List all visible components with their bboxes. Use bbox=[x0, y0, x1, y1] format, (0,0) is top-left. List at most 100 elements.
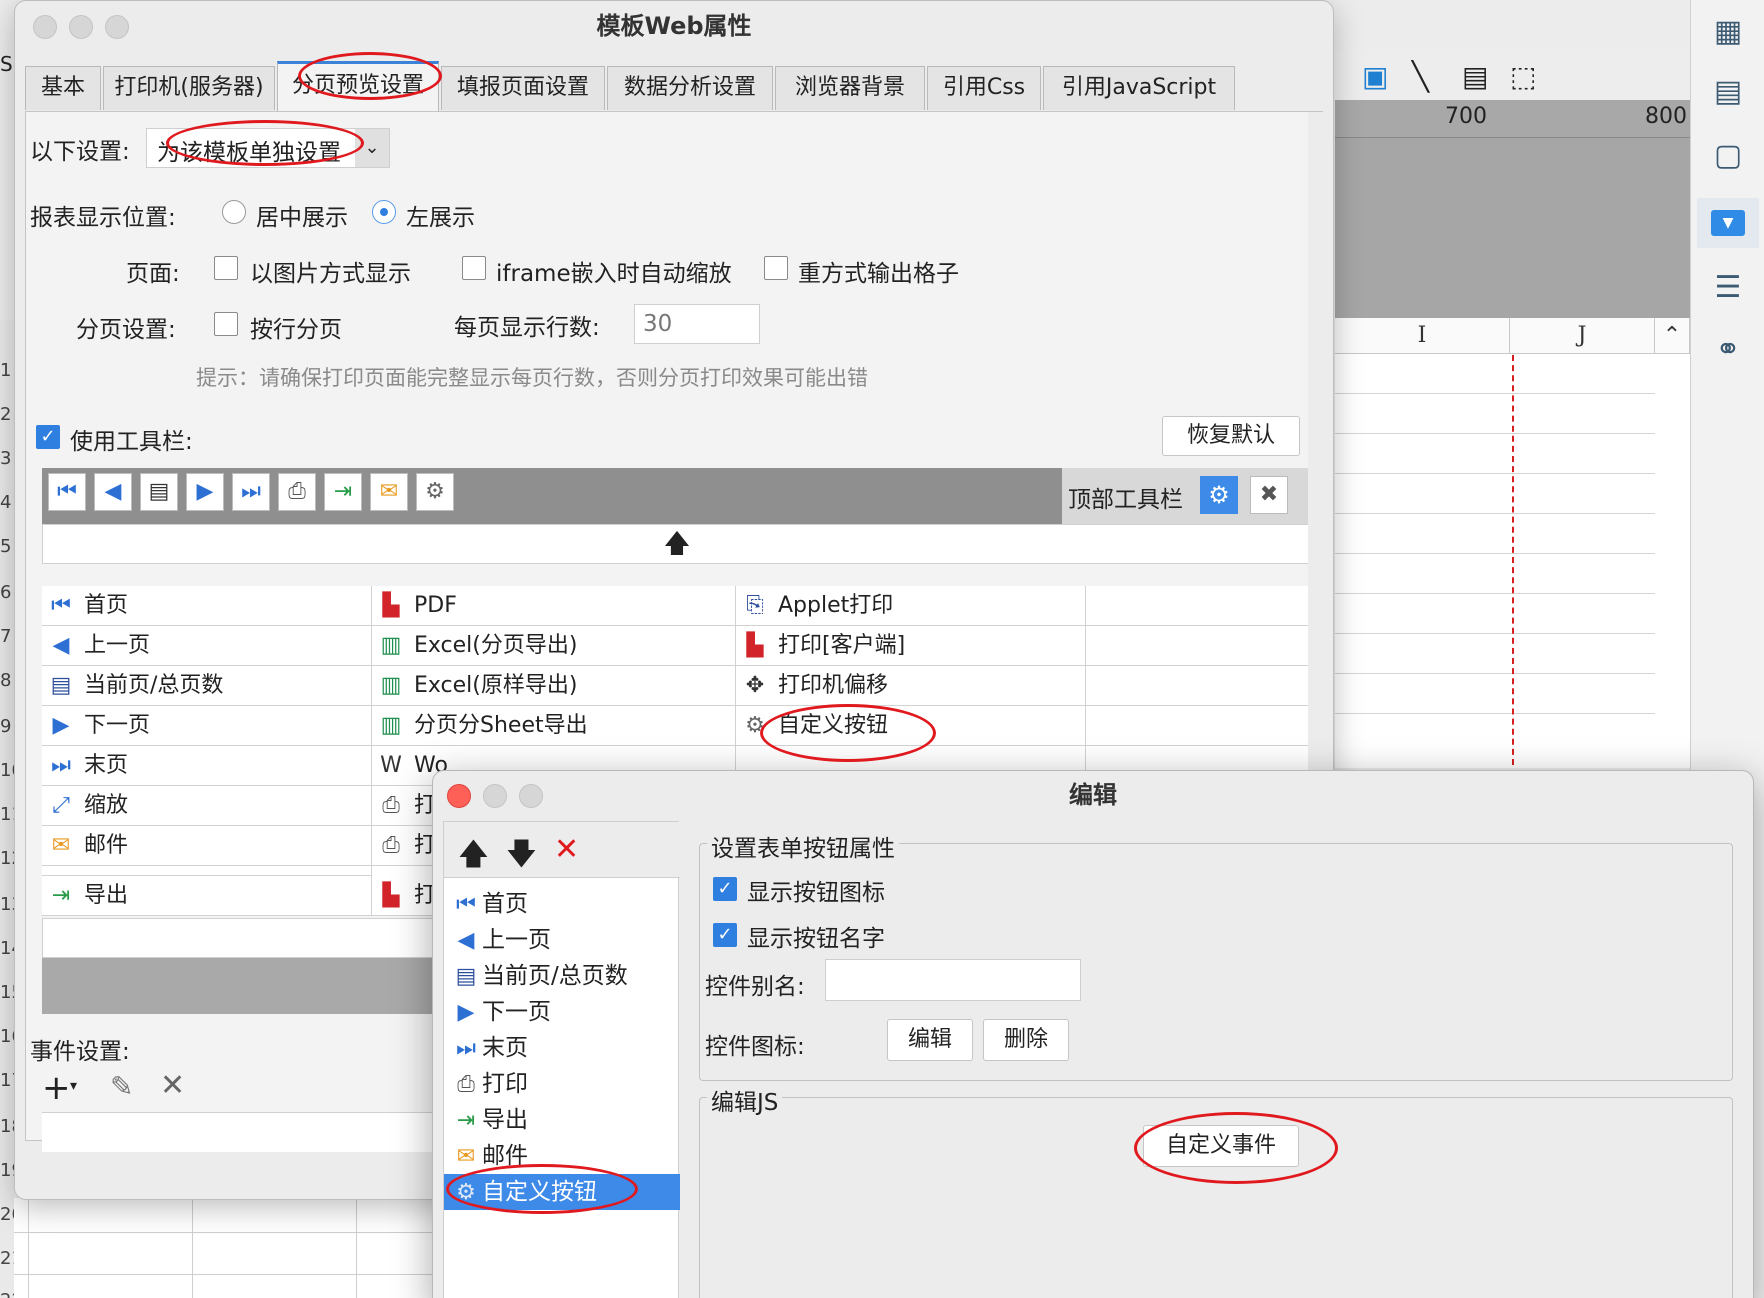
remove-icon[interactable]: ✕ bbox=[554, 832, 579, 867]
last-page-icon[interactable]: ⏭ bbox=[232, 473, 270, 511]
edit-pencil-icon[interactable]: ✎ bbox=[110, 1070, 133, 1103]
next-page-icon[interactable]: ▶ bbox=[186, 473, 224, 511]
list-icon[interactable]: ☰ bbox=[1708, 268, 1748, 308]
page-count-icon[interactable]: ▤ bbox=[140, 473, 178, 511]
button-item-export-row[interactable]: ⇥ 导出 bbox=[42, 876, 372, 916]
checkbox-show-as-image[interactable] bbox=[214, 256, 238, 280]
grid-row[interactable] bbox=[1335, 594, 1655, 634]
checkbox-iframe-autoscale[interactable] bbox=[462, 256, 486, 280]
list-item-export[interactable]: ⇥ 导出 bbox=[444, 1102, 680, 1138]
link-icon[interactable]: ⚭ bbox=[1708, 330, 1748, 370]
button-item-custom-button[interactable]: ⚙ 自定义按钮 bbox=[736, 706, 1086, 746]
checkbox-show-button-name[interactable]: ✓ bbox=[713, 923, 737, 947]
grid-row[interactable] bbox=[1335, 434, 1655, 474]
list-item-mail[interactable]: ✉ 邮件 bbox=[444, 1138, 680, 1174]
move-up-icon[interactable]: 🡅 bbox=[458, 832, 489, 883]
settings-scope-select[interactable]: 为该模板单独设置 ⌄ bbox=[146, 128, 390, 168]
button-item-applet-print[interactable]: ⎘ Applet打印 bbox=[736, 586, 1086, 626]
button-item-excel-original[interactable]: ▥ Excel(原样导出) bbox=[372, 666, 736, 706]
button-item-pdf[interactable]: ▙ PDF bbox=[372, 586, 736, 626]
close-window-button[interactable] bbox=[447, 784, 471, 808]
button-item-excel-paged[interactable]: ▥ Excel(分页导出) bbox=[372, 626, 736, 666]
delete-icon-button[interactable]: 删除 bbox=[983, 1019, 1069, 1061]
button-item-page-count[interactable]: ▤ 当前页/总页数 bbox=[42, 666, 372, 706]
column-header-i[interactable]: I bbox=[1335, 318, 1510, 354]
radio-left-display[interactable] bbox=[372, 200, 396, 224]
close-window-button[interactable] bbox=[33, 15, 57, 39]
chevron-down-icon[interactable]: ▾ bbox=[70, 1078, 77, 1094]
zoom-window-button[interactable] bbox=[519, 784, 543, 808]
button-item-mail[interactable]: ✉ 邮件 bbox=[42, 826, 372, 866]
grid-row[interactable] bbox=[1335, 514, 1655, 554]
grid-row[interactable] bbox=[1335, 674, 1655, 714]
prev-page-icon[interactable]: ◀ bbox=[94, 473, 132, 511]
toolbar-remove-icon[interactable]: ✖ bbox=[1250, 476, 1288, 514]
cell-properties-icon[interactable]: ▤ bbox=[1708, 72, 1748, 112]
scroll-up-icon[interactable]: ⌃ bbox=[1655, 318, 1690, 354]
button-item-first-page[interactable]: ⏮ 首页 bbox=[42, 586, 372, 626]
grid-row[interactable] bbox=[1335, 474, 1655, 514]
custom-event-button[interactable]: 自定义事件 bbox=[1143, 1125, 1299, 1167]
mail-icon[interactable]: ✉ bbox=[370, 473, 408, 511]
rows-per-page-input[interactable]: 30 bbox=[634, 304, 760, 344]
checkbox-show-button-icon[interactable]: ✓ bbox=[713, 877, 737, 901]
list-item-next-page[interactable]: ▶ 下一页 bbox=[444, 994, 680, 1030]
edit-icon-button[interactable]: 编辑 bbox=[887, 1019, 973, 1061]
dropdown-widget-icon[interactable]: ▼ bbox=[1711, 210, 1745, 236]
toolbar-settings-gear-icon[interactable]: ⚙ bbox=[1200, 476, 1238, 514]
restore-default-button[interactable]: 恢复默认 bbox=[1162, 416, 1300, 456]
button-item-printer-offset[interactable]: ✥ 打印机偏移 bbox=[736, 666, 1086, 706]
checkbox-use-toolbar[interactable]: ✓ bbox=[36, 425, 60, 449]
grid-row[interactable] bbox=[1335, 634, 1655, 674]
checkbox-page-by-rows[interactable] bbox=[214, 312, 238, 336]
radio-center-display[interactable] bbox=[222, 200, 246, 224]
tab-reference-css[interactable]: 引用Css bbox=[927, 66, 1041, 110]
button-item-last-page[interactable]: ⏭ 末页 bbox=[42, 746, 372, 786]
frame-icon[interactable]: ⬚ bbox=[1510, 60, 1536, 93]
control-alias-input[interactable] bbox=[825, 959, 1081, 1001]
tab-fill-page-settings[interactable]: 填报页面设置 bbox=[441, 66, 605, 110]
image-icon[interactable]: ▣ bbox=[1362, 60, 1388, 93]
grid-row[interactable] bbox=[1335, 394, 1655, 434]
minimize-window-button[interactable] bbox=[483, 784, 507, 808]
list-item-custom-button[interactable]: ⚙ 自定义按钮 bbox=[444, 1174, 680, 1210]
add-event-icon[interactable]: + bbox=[42, 1068, 71, 1108]
list-item-prev-page[interactable]: ◀ 上一页 bbox=[444, 922, 680, 958]
button-item-client-print[interactable]: ▙ 打印[客户端] bbox=[736, 626, 1086, 666]
layout-icon[interactable]: ▦ bbox=[1708, 12, 1748, 52]
frame-icon[interactable]: ▢ bbox=[1708, 136, 1748, 176]
gear-icon[interactable]: ⚙ bbox=[416, 473, 454, 511]
list-item-first-page[interactable]: ⏮ 首页 bbox=[444, 886, 680, 922]
grid-row[interactable] bbox=[1335, 554, 1655, 594]
list-item-print[interactable]: ⎙ 打印 bbox=[444, 1066, 680, 1102]
grid-row[interactable] bbox=[1335, 354, 1655, 394]
list-item-last-page[interactable]: ⏭ 末页 bbox=[444, 1030, 680, 1066]
print-icon[interactable]: ⎙ bbox=[278, 473, 316, 511]
dialog-title: 模板Web属性 bbox=[596, 12, 752, 40]
list-item-page-count[interactable]: ▤ 当前页/总页数 bbox=[444, 958, 680, 994]
tab-printer-server[interactable]: 打印机(服务器) bbox=[103, 66, 275, 110]
minimize-window-button[interactable] bbox=[69, 15, 93, 39]
document-icon[interactable]: ▤ bbox=[1462, 60, 1488, 93]
tab-browser-background[interactable]: 浏览器背景 bbox=[775, 66, 925, 110]
zoom-window-button[interactable] bbox=[105, 15, 129, 39]
button-item-zoom[interactable]: ⤢ 缩放 bbox=[42, 786, 372, 826]
button-item-prev-page[interactable]: ◀ 上一页 bbox=[42, 626, 372, 666]
move-down-icon[interactable]: 🡇 bbox=[506, 832, 537, 883]
tab-data-analysis-settings[interactable]: 数据分析设置 bbox=[607, 66, 773, 110]
slash-icon[interactable]: ╲ bbox=[1412, 60, 1429, 93]
checkbox-repeat-output-cells[interactable] bbox=[764, 256, 788, 280]
delete-x-icon[interactable]: ✕ bbox=[160, 1068, 185, 1103]
tab-page-preview-settings[interactable]: 分页预览设置 bbox=[277, 61, 439, 111]
bottom-toolbar-strip bbox=[42, 958, 482, 1014]
button-item-next-page[interactable]: ▶ 下一页 bbox=[42, 706, 372, 746]
column-header-j[interactable]: J bbox=[1510, 318, 1655, 354]
export-icon[interactable]: ⇥ bbox=[324, 473, 362, 511]
move-up-arrow-icon[interactable]: 🡅 bbox=[42, 524, 1312, 564]
button-item-export[interactable] bbox=[42, 866, 372, 876]
button-item-sheet-export[interactable]: ▥ 分页分Sheet导出 bbox=[372, 706, 736, 746]
tab-basic[interactable]: 基本 bbox=[25, 66, 101, 110]
first-page-icon: ⏮ bbox=[456, 892, 476, 917]
first-page-icon[interactable]: ⏮ bbox=[48, 473, 86, 511]
tab-reference-javascript[interactable]: 引用JavaScript bbox=[1043, 66, 1235, 110]
